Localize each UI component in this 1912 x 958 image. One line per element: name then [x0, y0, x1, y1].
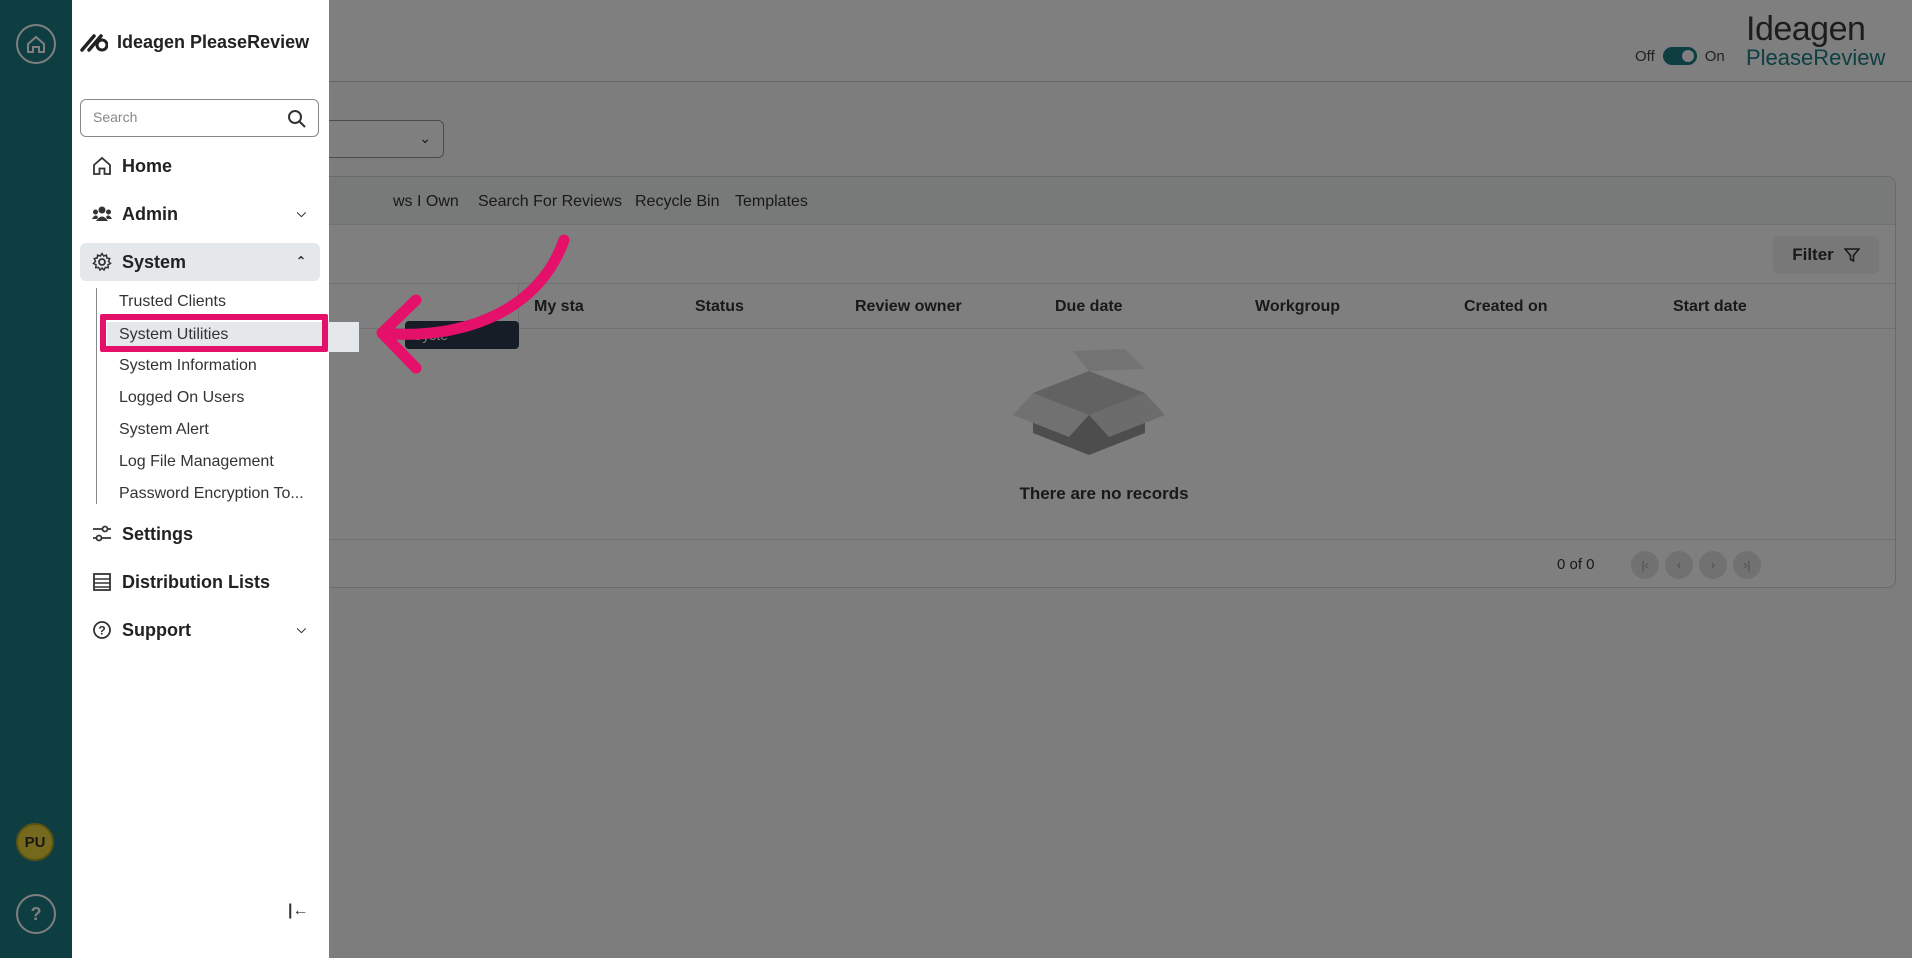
sidebar-item-settings[interactable]: Settings [80, 515, 320, 553]
search-field[interactable] [80, 99, 319, 137]
annotation-arrow-icon [376, 234, 570, 374]
sidebar-item-label: Settings [122, 523, 194, 544]
help-circle-icon: ? [93, 621, 111, 639]
sidebar-item-label: Distribution Lists [122, 571, 270, 592]
chevron-down-icon: ⌵ [296, 622, 306, 636]
app-name: Ideagen PleaseReview [117, 32, 310, 52]
list-icon [93, 573, 111, 591]
sidebar-panel: Ideagen PleaseReview Home Admin ⌵ System… [72, 0, 359, 958]
sidebar-item-distribution-lists[interactable]: Distribution Lists [80, 563, 320, 601]
sidebar-item-support[interactable]: ? Support ⌵ [80, 611, 320, 649]
submenu-system-information[interactable]: System Information [119, 357, 257, 375]
svg-text:?: ? [98, 624, 105, 638]
submenu-system-alert[interactable]: System Alert [119, 421, 209, 439]
sidebar-item-label: Admin [122, 203, 178, 224]
gear-icon [92, 252, 112, 272]
submenu-rail [96, 288, 97, 504]
sidebar-item-label: Home [122, 155, 173, 176]
chevron-up-icon: ⌃ [295, 254, 306, 268]
submenu-trusted-clients[interactable]: Trusted Clients [119, 293, 226, 311]
submenu-logged-on-users[interactable]: Logged On Users [119, 389, 244, 407]
search-input[interactable] [93, 109, 273, 125]
sidebar-item-admin[interactable]: Admin ⌵ [80, 195, 320, 233]
sidebar-item-system[interactable]: System ⌃ [80, 243, 320, 281]
sidebar-item-label: System [122, 251, 187, 272]
logo-icon [80, 33, 108, 52]
users-icon [92, 206, 112, 221]
collapse-sidebar-icon[interactable]: |← [288, 902, 308, 920]
submenu-log-file-management[interactable]: Log File Management [119, 453, 274, 471]
submenu-password-encryption[interactable]: Password Encryption To... [119, 485, 304, 503]
sidebar-item-home[interactable]: Home [80, 147, 320, 185]
sidebar-item-label: Support [122, 619, 191, 640]
home-icon [93, 156, 111, 175]
sliders-icon [93, 525, 111, 542]
chevron-down-icon: ⌵ [296, 206, 306, 220]
annotation-highlight-box [100, 314, 328, 352]
app-logo: Ideagen PleaseReview [80, 32, 309, 53]
search-icon[interactable] [287, 109, 306, 128]
